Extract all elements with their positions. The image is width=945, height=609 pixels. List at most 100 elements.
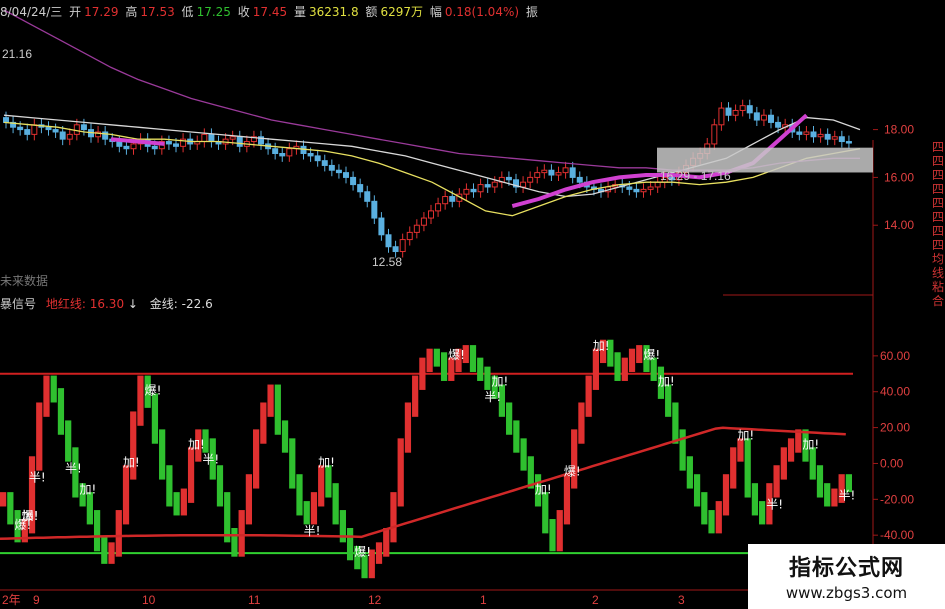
candle-body	[102, 131, 109, 140]
candle-body	[484, 184, 491, 188]
candle-body	[527, 176, 534, 183]
indicator-bar	[542, 492, 549, 534]
candle-body	[711, 124, 718, 145]
candle-body	[151, 145, 158, 150]
indicator-bar	[433, 348, 440, 367]
candle-body	[236, 136, 243, 147]
red-line-value: 16.30	[89, 297, 125, 311]
xaxis-label: 2	[592, 593, 599, 607]
xaxis-labels: 2年 9 10 11 12 1 2 3	[2, 593, 685, 607]
indicator-bar	[592, 348, 599, 390]
gold-line-label: 金线:	[149, 297, 178, 311]
signal-marker: 加!	[22, 509, 39, 523]
low-label: 低	[181, 5, 194, 19]
amplitude-label: 振	[525, 5, 538, 19]
candle-body	[364, 191, 371, 202]
signal-marker: 爆!	[643, 348, 660, 362]
candle-body	[31, 124, 38, 135]
xaxis-label: 11	[248, 593, 261, 607]
candle-body	[810, 131, 817, 138]
indicator-bar	[260, 402, 267, 444]
indicator-tick-label: 60.00	[880, 349, 910, 363]
candle-body	[548, 169, 555, 176]
low-value: 17.25	[196, 5, 231, 19]
indicator-bar	[267, 384, 274, 417]
signal-marker: 爆!	[564, 464, 581, 478]
indicator-bar	[614, 352, 621, 381]
candle-body	[796, 131, 803, 135]
candle-body	[576, 176, 583, 183]
indicator-bar	[419, 357, 426, 390]
upper-price-axis: 18.00 16.00 14.00	[873, 123, 914, 232]
candle-body	[803, 131, 810, 135]
candle-body	[626, 186, 633, 190]
indicator-bar	[166, 465, 173, 507]
volume-label: 量	[293, 5, 306, 19]
price-annotations: 21.16 12.58 16.29 - 17.16	[2, 47, 873, 269]
signal-marker: 加!	[593, 339, 610, 353]
indicator-bar	[672, 402, 679, 444]
indicator-bar	[809, 447, 816, 480]
indicator-bar	[86, 492, 93, 525]
candle-body	[406, 231, 413, 241]
signal-marker: 半!	[839, 488, 856, 502]
indicator-bar	[318, 465, 325, 507]
indicator-bar	[773, 465, 780, 498]
indicator-bar	[289, 438, 296, 489]
close-label: 收	[237, 5, 250, 19]
indicator-bar	[520, 438, 527, 471]
indicator-bar	[137, 375, 144, 426]
candle-body	[130, 143, 137, 150]
indicator-bar	[180, 488, 187, 516]
signal-marker: 半!	[29, 470, 46, 484]
signal-marker: 半!	[65, 461, 82, 475]
indicator-bar	[679, 429, 686, 471]
indicator-bar	[628, 348, 636, 372]
indicator-bar	[477, 357, 484, 381]
indicator-bar	[390, 492, 397, 543]
indicator-bar	[50, 375, 57, 403]
indicator-bar	[296, 474, 303, 516]
candle-body	[286, 148, 293, 157]
indicator-bar	[513, 420, 520, 453]
indicator-bar	[715, 501, 722, 534]
indicator-bar	[636, 345, 643, 364]
indicator-bar	[173, 492, 180, 516]
indicator-bar	[585, 375, 592, 417]
watermark-url: www.zbgs3.com	[785, 584, 908, 602]
xaxis-label: 3	[678, 593, 685, 607]
candle-body	[173, 143, 179, 147]
price-tick-label: 18.00	[884, 123, 914, 137]
indicator-bar	[253, 429, 260, 489]
candle-body	[279, 153, 286, 157]
candle-body	[775, 121, 782, 128]
indicator-tick-label: 40.00	[880, 385, 910, 399]
candle-body	[760, 114, 767, 121]
max-price-label: 21.16	[2, 47, 32, 61]
candle-body	[229, 136, 236, 140]
indicator-bar	[549, 519, 556, 552]
zone-label: 16.29 - 17.16	[660, 169, 731, 183]
candle-body	[17, 126, 24, 131]
indicator-tick-label: 0.00	[880, 456, 904, 470]
signal-marker: 半!	[484, 390, 501, 404]
signal-markers: 爆!爆!加!半!半!加!加!爆!加!半!半!加!爆!爆!加!半!加!加!爆!爆!…	[14, 339, 855, 559]
xaxis-label: 2年	[2, 593, 21, 607]
price-tick-label: 16.00	[884, 170, 914, 184]
candle-body	[505, 176, 512, 181]
indicator-bar	[332, 483, 339, 525]
indicator-bar	[57, 388, 65, 435]
candle-body	[739, 105, 746, 111]
indicator-bar	[506, 402, 513, 435]
amount-value: 6297万	[380, 5, 423, 19]
candle-body	[3, 117, 9, 123]
candle-body	[73, 124, 80, 135]
indicator-bar	[621, 357, 628, 381]
xaxis-label: 10	[142, 593, 156, 607]
candle-body	[845, 141, 852, 144]
indicator-bar	[216, 465, 224, 507]
indicator-bar	[43, 375, 50, 417]
indicator-bar	[787, 438, 795, 462]
candle-body	[385, 234, 392, 248]
candle-body	[477, 184, 484, 193]
